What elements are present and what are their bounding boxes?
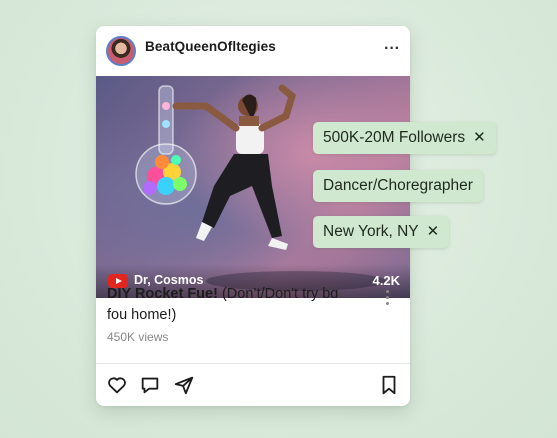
close-icon[interactable]: ✕: [427, 216, 440, 248]
username[interactable]: BeatQueenOfltegies: [145, 39, 276, 54]
tag-location[interactable]: New York, NY ✕: [313, 216, 450, 248]
more-vertical-icon[interactable]: [386, 290, 390, 308]
close-icon[interactable]: ✕: [473, 122, 486, 154]
comment-icon[interactable]: [139, 374, 161, 396]
tag-label: Dancer/Choregrapher: [323, 177, 473, 194]
avatar[interactable]: [106, 36, 136, 66]
send-icon[interactable]: [173, 374, 195, 396]
media-count: 4.2K: [372, 273, 400, 288]
heart-icon[interactable]: [106, 374, 128, 396]
more-horizontal-icon[interactable]: ···: [384, 40, 400, 58]
bookmark-icon[interactable]: [378, 374, 400, 396]
divider: [96, 363, 410, 364]
tag-label: 500K-20M Followers: [323, 129, 466, 146]
tag-followers[interactable]: 500K-20M Followers ✕: [313, 122, 496, 154]
post-title-bold: DIY Rocket Fue!: [107, 286, 218, 302]
tag-dancer[interactable]: Dancer/Choregrapher: [313, 170, 483, 202]
view-count: 450K views: [107, 330, 169, 344]
post-title: DIY Rocket Fue! (Don’t/Don't try bɑ fou …: [107, 284, 347, 326]
post-header: BeatQueenOfltegies ···: [96, 26, 410, 76]
tag-label: New York, NY: [323, 223, 419, 240]
